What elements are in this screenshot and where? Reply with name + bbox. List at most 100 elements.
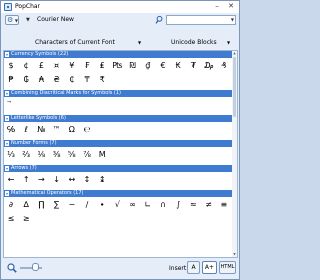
glyph-cell[interactable]: ₵ [65,73,79,87]
glyph-cell[interactable]: √ [110,198,124,212]
collapse-icon[interactable]: ▾ [5,141,9,146]
magnifier-icon[interactable] [7,263,17,273]
glyph-cell[interactable]: ₪ [126,59,140,73]
glyph-cell[interactable]: ∙ [95,198,109,212]
glyph-cell[interactable]: ₱ [4,73,18,87]
glyph-row: ₱ ₲ ₳ ₴ ₵ ₸ ₹ [4,73,233,87]
section-label: Currency Symbols (22) [11,51,69,57]
glyph-cell[interactable]: $ [4,59,18,73]
glyph-cell[interactable]: ₯ [202,59,216,73]
section-header[interactable]: ▾ Number Forms (7) [4,140,233,147]
section-header[interactable]: ▾ Letterlike Symbols (6) [4,115,233,122]
glyph-cell[interactable]: ₳ [34,73,48,87]
glyph-cell[interactable]: ⅔ [19,148,33,162]
glyph-cell[interactable]: ∕ [80,198,94,212]
glyph-cell[interactable]: − [65,198,79,212]
glyph-cell[interactable]: ∫ [171,198,185,212]
glyph-cell[interactable]: ₭ [171,59,185,73]
glyph-cell[interactable]: ₰ [217,59,231,73]
glyph-cell[interactable]: → [34,173,48,187]
glyph-cell[interactable]: ≠ [202,198,216,212]
search-input[interactable]: ▼ [166,15,236,25]
scroll-thumb[interactable] [233,57,236,117]
title-bar: PopChar – ✕ [1,1,239,13]
collapse-icon[interactable]: ▾ [5,191,9,196]
insert-character-code-button[interactable]: A+ [202,261,217,274]
glyph-cell[interactable]: ≈ [186,198,200,212]
section-header[interactable]: ▾ Arrows (7) [4,165,233,172]
glyph-cell[interactable]: ⅝ [65,148,79,162]
collapse-icon[interactable]: ▾ [5,52,9,57]
filter-bar: Characters of Current Font ▼ Unicode Blo… [1,38,239,48]
options-menu-button[interactable]: ⚙ ▼ [5,15,19,25]
glyph-cell[interactable]: ∆ [19,198,33,212]
insert-character-button[interactable]: A [187,261,200,274]
glyph-cell[interactable]: ∑ [50,198,64,212]
zoom-slider-thumb[interactable] [32,263,39,271]
glyph-cell[interactable]: ↑ [19,173,33,187]
glyph-cell[interactable]: ∂ [4,198,18,212]
glyph-cell[interactable]: ⃗ [4,98,18,112]
glyph-cell[interactable]: ℅ [4,123,18,137]
chevron-down-icon: ▼ [230,17,234,22]
glyph-cell[interactable]: ⅛ [34,148,48,162]
search-icon[interactable] [155,15,163,25]
glyph-cell[interactable]: ₹ [95,73,109,87]
scroll-down-icon[interactable]: ▼ [232,252,237,257]
close-button[interactable]: ✕ [227,2,235,11]
glyph-cell[interactable]: ₤ [95,59,109,73]
glyph-cell[interactable]: ¤ [50,59,64,73]
glyph-cell[interactable]: ← [4,173,18,187]
glyph-cell[interactable]: ⅓ [4,148,18,162]
collapse-icon[interactable]: ▾ [5,116,9,121]
glyph-cell[interactable]: ≤ [4,212,18,226]
glyph-cell[interactable]: ∩ [156,198,170,212]
glyph-cell[interactable]: ₮ [186,59,200,73]
glyph-cell[interactable]: ₲ [19,73,33,87]
section-header[interactable]: ▾ Combining Diacritical Marks for Symbols… [4,90,233,97]
glyph-cell[interactable]: ₫ [141,59,155,73]
collapse-icon[interactable]: ▾ [5,166,9,171]
glyph-cell[interactable]: ℓ [19,123,33,137]
glyph-cell[interactable]: ¥ [65,59,79,73]
character-table: ▾ Mathematical Operators (17) ∂ ∆ ∏ ∑ − ∕ ∙ √ ∞ ∟ ∩ ∫… [3,50,238,258]
scroll-up-icon[interactable]: ▲ [232,51,237,56]
glyph-row: ℅ ℓ № ™ Ω ℮ [4,123,233,137]
scope-selector[interactable]: Characters of Current Font ▼ [25,38,153,48]
glyph-cell[interactable]: ∞ [126,198,140,212]
glyph-cell[interactable]: ⅞ [80,148,94,162]
glyph-cell[interactable]: ℮ [80,123,94,137]
glyph-row: ≤ ≥ [4,212,233,226]
font-selector[interactable]: ▼ Courier New [25,15,153,25]
glyph-cell[interactable]: ↔ [65,173,79,187]
glyph-cell[interactable]: ¢ [19,59,33,73]
glyph-cell[interactable]: € [156,59,170,73]
glyph-cell[interactable]: ™ [50,123,64,137]
glyph-cell[interactable]: ⅜ [50,148,64,162]
section-header[interactable]: ▾ Mathematical Operators (17) [4,190,233,197]
glyph-cell[interactable]: ₴ [50,73,64,87]
sort-selector[interactable]: Unicode Blocks ▼ [161,38,236,48]
font-name: Courier New [37,16,74,23]
glyph-cell[interactable]: £ [34,59,48,73]
glyph-cell[interactable]: ₣ [80,59,94,73]
glyph-cell[interactable]: ₧ [110,59,124,73]
insert-html-button[interactable]: HTML [219,261,236,274]
glyph-cell[interactable]: ∟ [141,198,155,212]
minimize-button[interactable]: – [213,2,221,11]
section-header[interactable]: ▾ Currency Symbols (22) [4,51,233,58]
glyph-cell[interactable]: ↕ [80,173,94,187]
glyph-cell[interactable]: Ⅿ [95,148,109,162]
scrollbar[interactable]: ▲ ▼ [232,51,237,257]
glyph-row: ∂ ∆ ∏ ∑ − ∕ ∙ √ ∞ ∟ ∩ ∫ ≈ ≠ ≡ [4,198,233,212]
glyph-cell[interactable]: ↨ [95,173,109,187]
glyph-cell[interactable]: ↓ [50,173,64,187]
glyph-cell[interactable]: ₸ [80,73,94,87]
glyph-cell[interactable]: ≥ [19,212,33,226]
glyph-cell[interactable]: ≡ [217,198,231,212]
glyph-cell[interactable]: Ω [65,123,79,137]
chevron-down-icon: ▼ [14,18,18,23]
glyph-cell[interactable]: ∏ [34,198,48,212]
collapse-icon[interactable]: ▾ [5,91,9,96]
glyph-cell[interactable]: № [34,123,48,137]
